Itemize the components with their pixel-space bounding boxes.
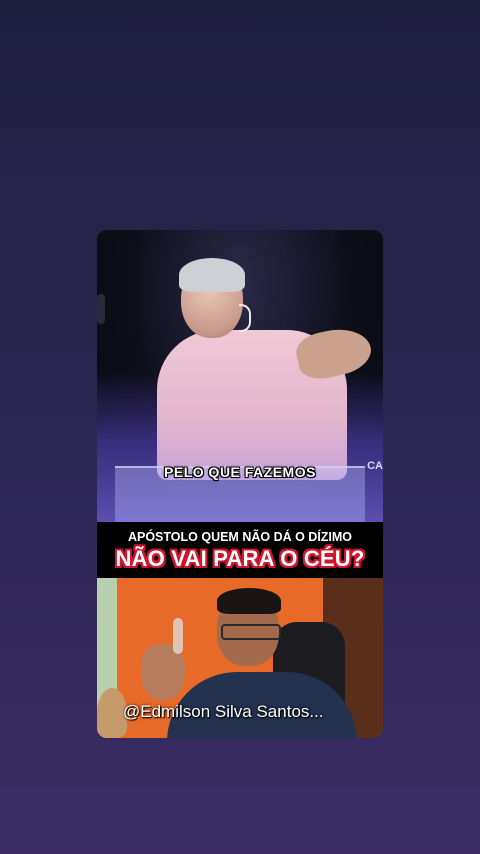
title-line-1: APÓSTOLO QUEM NÃO DÁ O DÍZIMO	[127, 530, 353, 544]
pointing-finger	[173, 618, 183, 654]
headset-mic-icon	[239, 304, 251, 332]
creator-handle[interactable]: @Edmilson Silva Santos...	[123, 702, 379, 722]
person-hair	[217, 588, 281, 614]
title-line-2: NÃO VAI PARA O CÉU?	[115, 546, 365, 571]
glasses-icon	[221, 624, 281, 640]
video-card[interactable]: CA PELO QUE FAZEMOS APÓSTOLO QUEM NÃO DÁ…	[97, 230, 383, 738]
speaker-hair	[179, 258, 245, 292]
title-band: APÓSTOLO QUEM NÃO DÁ O DÍZIMO NÃO VAI PA…	[97, 522, 383, 578]
video-subtitle: PELO QUE FAZEMOS	[164, 464, 316, 480]
bottom-video-frame[interactable]: @Edmilson Silva Santos...	[97, 578, 383, 738]
mic-stand-shape	[97, 294, 105, 324]
top-video-frame[interactable]: CA PELO QUE FAZEMOS	[97, 230, 383, 522]
